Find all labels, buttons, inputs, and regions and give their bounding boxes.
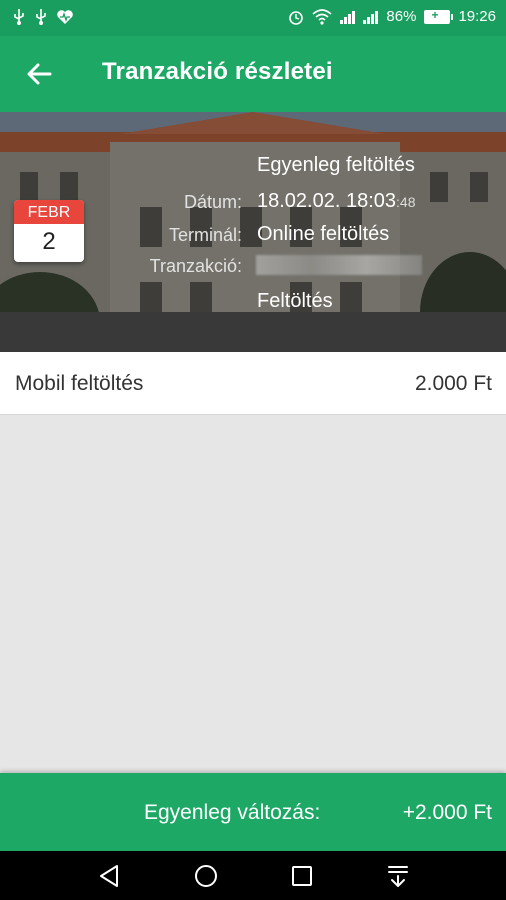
transaction-header: FEBR 2 Egyenleg feltöltés Dátum: 18.02.0… [0,112,506,352]
balance-change-value: +2.000 Ft [402,801,492,824]
clock: 19:26 [458,8,496,25]
terminal-value: Online feltöltés [257,223,390,245]
arrow-left-icon[interactable] [24,58,56,90]
item-name: Mobil feltöltés [15,372,144,395]
date-seconds: :48 [396,194,416,210]
calendar-day: 2 [42,228,56,255]
status-left-icons [12,9,74,25]
alarm-icon [289,10,304,25]
list-item: Mobil feltöltés 2.000 Ft [0,352,506,415]
signal-icon [363,10,379,24]
wifi-icon [312,8,332,25]
date-main: 18.02.02. 18:03 [257,190,397,212]
heart-icon [57,10,73,24]
transaction-type: Egyenleg feltöltés [257,154,415,176]
home-circle-icon[interactable] [193,863,219,889]
battery-icon: + [424,8,454,24]
back-triangle-icon[interactable] [97,863,123,889]
date-label: Dátum: [183,192,242,212]
status-bar: 86% + 19:26 [0,0,506,36]
date-value: 18.02.02. 18:03:48 [257,190,415,213]
status-right-icons: 86% + 19:26 [288,8,496,25]
usb-icon [14,9,24,25]
transaction-category: Feltöltés [257,290,333,312]
usb-icon [36,9,46,25]
balance-change-footer: Egyenleg változás: +2.000 Ft [0,773,506,851]
item-amount: 2.000 Ft [414,372,492,395]
terminal-label: Terminál: [168,225,242,245]
balance-change-label: Egyenleg változás: [144,801,321,824]
app-bar: Tranzakció részletei [0,36,506,112]
signal-icon [340,10,356,24]
notification-pull-icon[interactable] [385,863,411,889]
transaction-label: Tranzakció: [149,256,242,276]
page-title: Tranzakció részletei [102,58,333,85]
recents-square-icon[interactable] [289,863,315,889]
calendar-month: FEBR [14,200,84,224]
transaction-id-redacted [256,255,422,275]
battery-percent: 86% [386,8,417,25]
system-nav-bar [0,851,506,900]
calendar-date-badge: FEBR 2 [14,200,84,262]
